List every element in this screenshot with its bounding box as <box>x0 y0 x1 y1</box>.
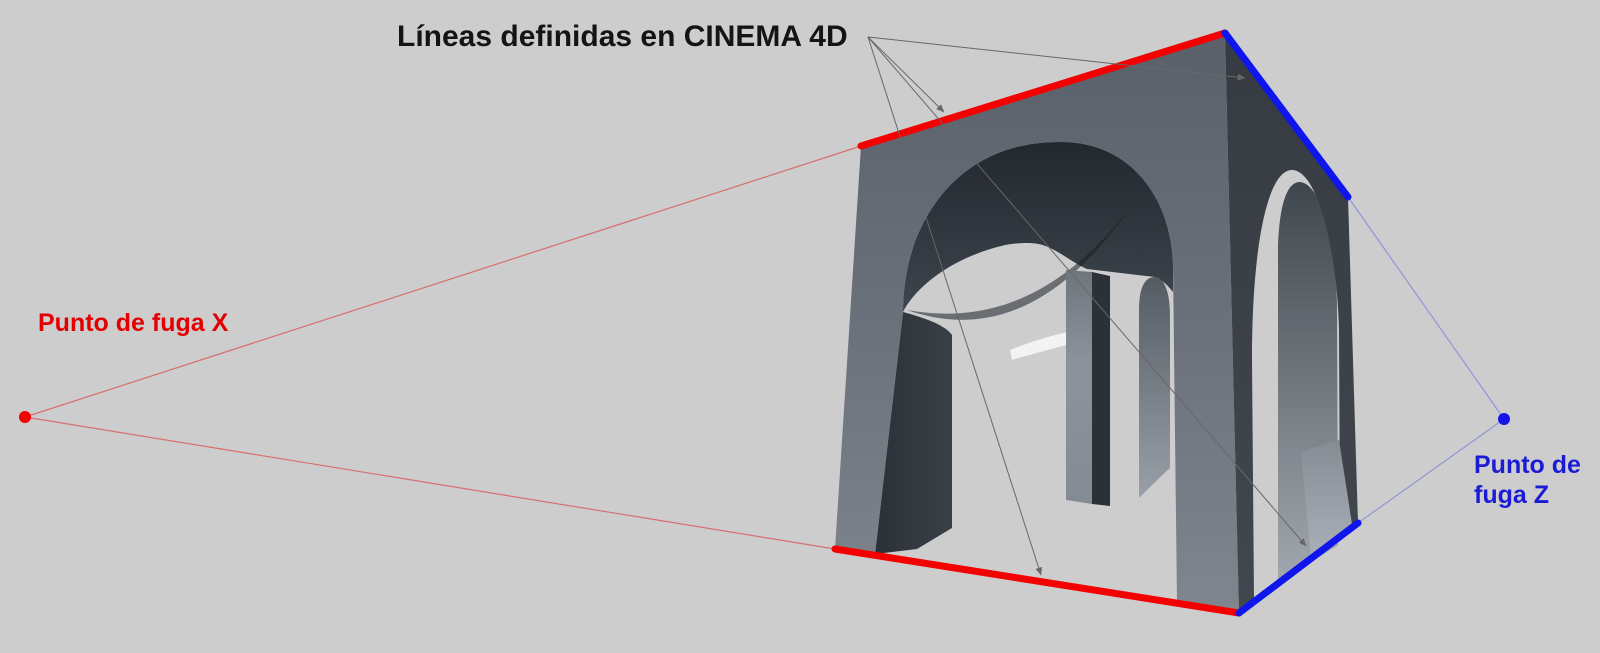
vanishing-point-z-label-line1: Punto de <box>1474 450 1581 480</box>
inner-right-arch-band <box>1139 277 1170 498</box>
vanishing-point-z-label-line2: fuga Z <box>1474 480 1581 510</box>
vp-z-line-top <box>1348 197 1504 419</box>
vanishing-point-x-label: Punto de fuga X <box>38 308 228 338</box>
arch-structure-render <box>0 0 1600 653</box>
leader-to-top-x-edge <box>868 37 944 112</box>
vp-z-dot <box>1498 413 1510 425</box>
vp-x-line-bottom <box>25 417 835 549</box>
vp-x-dot <box>19 411 31 423</box>
perspective-diagram: Líneas definidas en CINEMA 4D Punto de f… <box>0 0 1600 653</box>
back-pillar-front <box>1066 270 1092 504</box>
vanishing-point-z-label: Punto de fuga Z <box>1474 450 1581 510</box>
vp-x-line-top <box>25 146 861 417</box>
diagram-title: Líneas definidas en CINEMA 4D <box>397 20 848 54</box>
